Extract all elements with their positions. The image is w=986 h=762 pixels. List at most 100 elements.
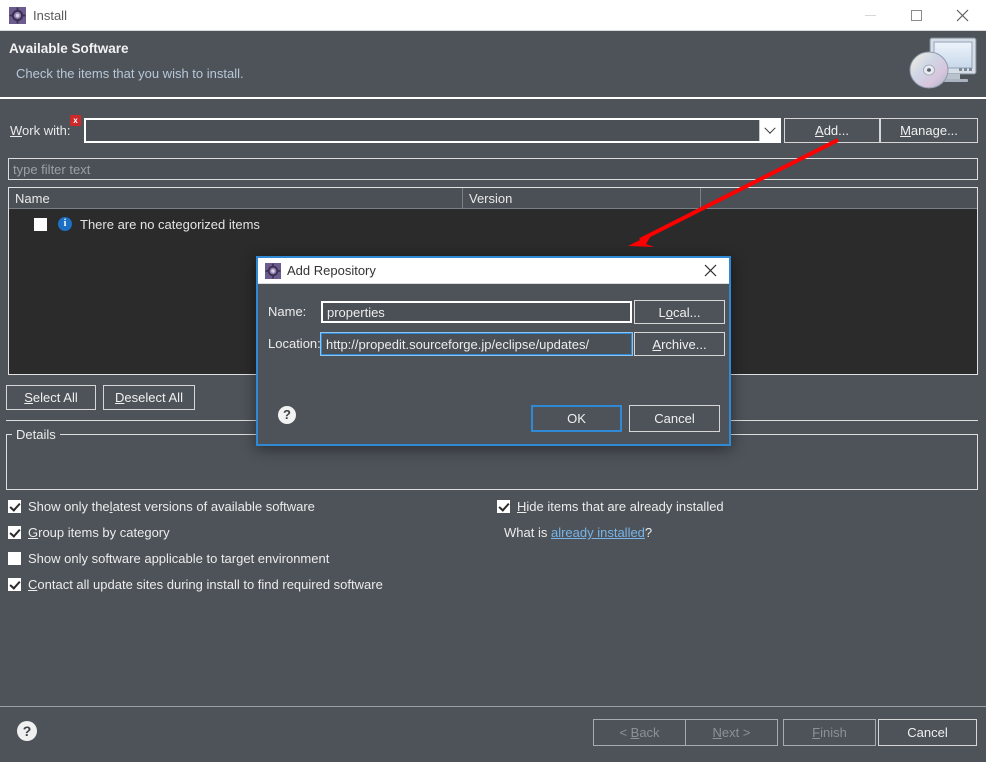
details-group-label: Details — [12, 427, 60, 442]
dialog-help-button[interactable]: ? — [278, 406, 296, 424]
option-group-by-category[interactable]: Group items by category — [8, 525, 170, 540]
chevron-down-icon[interactable] — [759, 120, 779, 141]
select-all-button[interactable]: Select All — [6, 385, 96, 410]
option-show-latest-versions-label: atest versions of available software — [112, 499, 315, 514]
add-repository-button[interactable]: Add... — [784, 118, 880, 143]
next-button-label: ext > — [721, 725, 751, 740]
dialog-ok-button[interactable]: OK — [531, 405, 622, 432]
finish-button-label: inish — [820, 725, 847, 740]
option-group-by-category-label: roup items by category — [38, 525, 170, 540]
deselect-all-button[interactable]: Deselect All — [103, 385, 195, 410]
manage-button-mnemonic: M — [900, 123, 911, 138]
option-contact-update-sites-mnemonic: C — [28, 577, 38, 592]
option-contact-update-sites-checkbox[interactable] — [8, 578, 21, 591]
maximize-icon — [910, 9, 922, 21]
dialog-close-button[interactable] — [694, 258, 726, 283]
cancel-button[interactable]: Cancel — [878, 719, 977, 746]
add-repository-dialog: Add Repository Name: Location: Local... … — [256, 256, 731, 446]
back-button-prefix: < — [619, 725, 631, 740]
filter-placeholder: type filter text — [13, 161, 91, 177]
already-installed-prefix: What is — [504, 525, 551, 540]
local-button-label: cal... — [673, 304, 701, 320]
option-hide-installed[interactable]: Hide items that are already installed — [497, 499, 724, 514]
dialog-cancel-button[interactable]: Cancel — [629, 405, 720, 432]
option-contact-update-sites[interactable]: Contact all update sites during install … — [8, 577, 383, 592]
manage-repositories-button[interactable]: Manage... — [880, 118, 978, 143]
repository-name-input[interactable] — [321, 301, 632, 323]
page-title: Available Software — [9, 41, 129, 56]
row-label: There are no categorized items — [80, 216, 260, 232]
select-all-mnemonic: S — [24, 390, 33, 405]
close-button[interactable] — [939, 0, 985, 30]
manage-button-label: anage... — [910, 123, 958, 138]
local-button-prefix: L — [658, 304, 666, 320]
dialog-location-label: Location: — [268, 336, 321, 351]
archive-button-label: rchive... — [661, 336, 707, 352]
filter-input[interactable]: type filter text — [8, 158, 978, 180]
dialog-cancel-label: Cancel — [654, 411, 695, 426]
finish-button[interactable]: Finish — [783, 719, 876, 746]
dialog-titlebar: Add Repository — [258, 258, 729, 284]
work-with-label-rest: ork with: — [22, 123, 71, 138]
dialog-title: Add Repository — [287, 263, 376, 278]
archive-button[interactable]: Archive... — [634, 332, 725, 356]
work-with-label: Work with: — [10, 123, 70, 138]
option-show-latest-versions-prefix: Show only the — [28, 499, 110, 514]
dialog-ok-label: OK — [567, 411, 586, 426]
add-button-mnemonic: A — [815, 123, 824, 138]
work-with-mnemonic: W — [10, 123, 23, 138]
finish-button-mnemonic: F — [812, 725, 821, 740]
option-group-by-category-checkbox[interactable] — [8, 526, 21, 539]
cancel-button-label: Cancel — [907, 725, 948, 740]
archive-button-mnemonic: A — [652, 336, 662, 352]
option-applicable-target-env-label: Show only software applicable to target … — [28, 551, 330, 566]
required-field-badge: x — [70, 115, 81, 126]
column-header-version[interactable]: Version — [463, 188, 701, 208]
option-contact-update-sites-label: ontact all update sites during install t… — [37, 577, 383, 592]
option-show-latest-versions-checkbox[interactable] — [8, 500, 21, 513]
minimize-button[interactable] — [847, 0, 893, 30]
option-group-by-category-mnemonic: G — [28, 525, 39, 540]
back-button-label: ack — [639, 725, 660, 740]
deselect-all-label: eselect All — [124, 390, 183, 405]
next-button[interactable]: Next > — [685, 719, 778, 746]
window-titlebar: Install — [0, 0, 986, 31]
install-monitor-cd-icon — [894, 32, 986, 96]
add-button-label: dd... — [823, 123, 849, 138]
maximize-button[interactable] — [893, 0, 939, 30]
option-show-latest-versions[interactable]: Show only the l atest versions of availab… — [8, 499, 315, 514]
local-button-mnemonic: o — [665, 304, 673, 320]
tree-header: Name Version — [9, 188, 977, 209]
eclipse-gear-icon — [265, 263, 281, 279]
option-hide-installed-label: ide items that are already installed — [526, 499, 724, 514]
already-installed-hint: What is already installed? — [504, 525, 652, 540]
column-header-blank[interactable] — [701, 188, 977, 208]
repository-location-input[interactable] — [320, 332, 633, 356]
deselect-all-mnemonic: D — [115, 390, 125, 405]
next-button-mnemonic: N — [712, 725, 722, 740]
row-checkbox[interactable] — [34, 217, 47, 231]
dialog-name-label: Name: — [268, 304, 307, 319]
page-subtitle: Check the items that you wish to install… — [16, 66, 244, 81]
window-title: Install — [33, 8, 67, 23]
option-hide-installed-mnemonic: H — [517, 499, 527, 514]
wizard-banner: Available Software Check the items that … — [0, 31, 986, 99]
help-button[interactable]: ? — [17, 721, 37, 741]
close-icon — [704, 264, 716, 277]
bottom-separator — [0, 706, 986, 707]
column-header-name[interactable]: Name — [9, 188, 463, 208]
select-all-label: elect All — [32, 390, 78, 405]
install-wizard-window: Install Available Software Check the ite… — [0, 0, 986, 762]
eclipse-gear-icon — [9, 7, 26, 24]
local-button[interactable]: Local... — [634, 300, 725, 324]
close-icon — [956, 9, 968, 21]
option-hide-installed-checkbox[interactable] — [497, 500, 510, 513]
already-installed-link[interactable]: already installed — [551, 525, 645, 540]
option-applicable-target-env-checkbox[interactable] — [8, 552, 21, 565]
back-button[interactable]: < Back — [593, 719, 686, 746]
info-icon: i — [58, 217, 72, 231]
table-row[interactable]: i There are no categorized items — [9, 214, 260, 234]
work-with-combo[interactable] — [84, 118, 781, 143]
option-applicable-target-env[interactable]: Show only software applicable to target … — [8, 551, 329, 566]
already-installed-suffix: ? — [644, 525, 653, 540]
